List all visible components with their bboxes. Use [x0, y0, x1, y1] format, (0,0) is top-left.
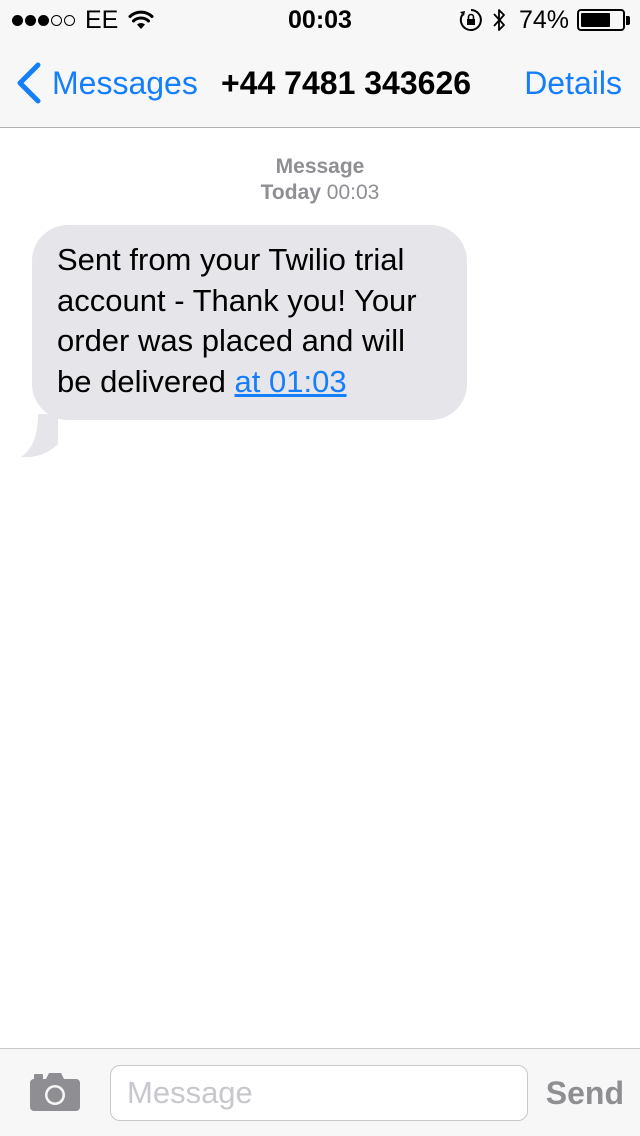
back-button-label: Messages [52, 64, 198, 101]
battery-nub [626, 15, 630, 25]
status-bar: EE 00:03 74% [0, 0, 640, 40]
contact-title: +44 7481 343626 [221, 65, 472, 101]
bubble-tail [21, 414, 58, 458]
camera-icon[interactable] [28, 1071, 82, 1113]
details-button[interactable]: Details [524, 65, 622, 102]
status-right: 74% [459, 5, 630, 34]
send-button[interactable]: Send [546, 1075, 624, 1112]
received-message-bubble[interactable]: Sent from your Twilio trial account - Th… [32, 225, 467, 420]
bluetooth-icon [493, 9, 505, 31]
timestamp-time: 00:03 [326, 181, 380, 204]
message-input[interactable] [110, 1065, 528, 1121]
battery-icon [577, 9, 625, 31]
chevron-left-icon [17, 62, 41, 104]
battery-fill [581, 13, 610, 27]
nav-bar: Messages +44 7481 343626 Details [0, 40, 640, 128]
timestamp-date: Today 00:03 [0, 180, 640, 206]
message-time-link[interactable]: at 01:03 [235, 364, 347, 399]
battery-percent: 74% [518, 5, 569, 34]
timestamp-service: Message [275, 155, 365, 178]
message-timestamp: Message Today 00:03 [0, 154, 640, 206]
input-bar: Send [0, 1048, 640, 1136]
orientation-lock-icon [459, 9, 482, 31]
back-button[interactable]: Messages [14, 62, 198, 104]
timestamp-day: Today [260, 181, 321, 204]
